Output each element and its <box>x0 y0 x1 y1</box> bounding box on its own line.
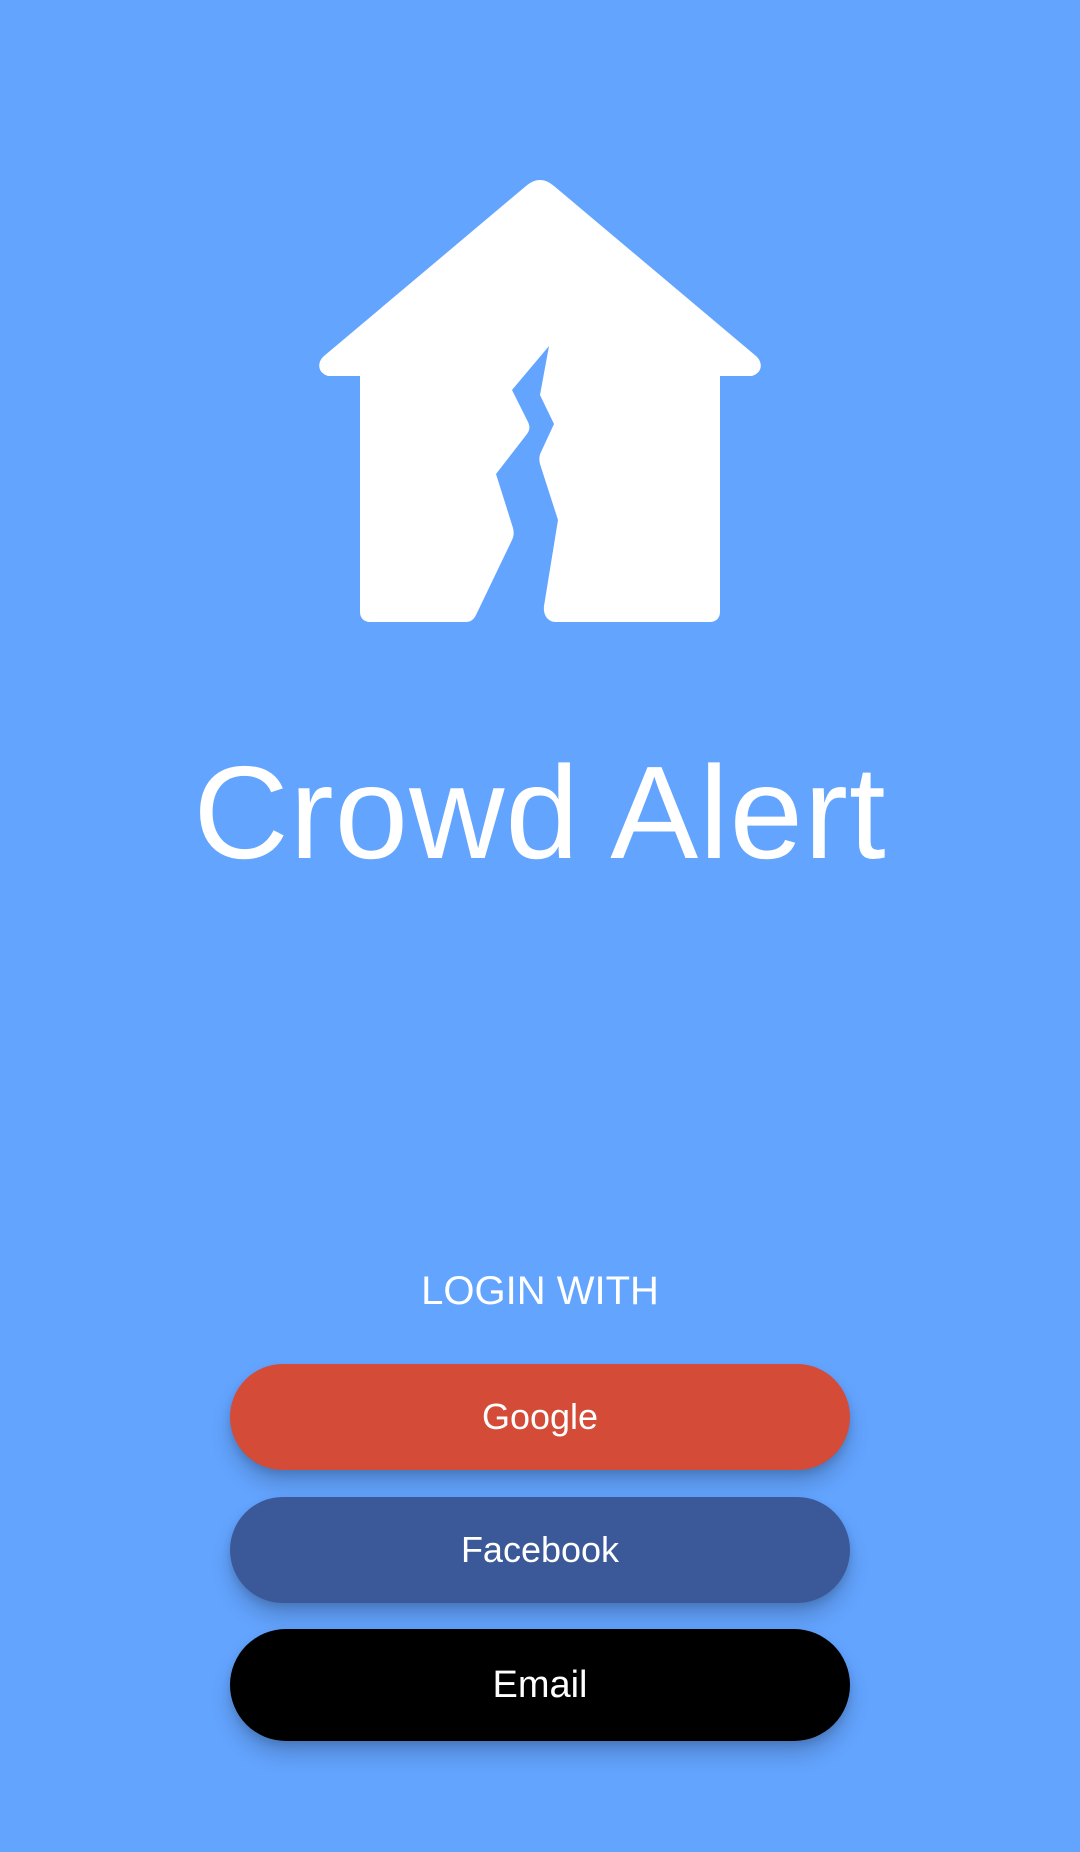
google-login-button[interactable]: Google <box>230 1364 850 1470</box>
facebook-login-button[interactable]: Facebook <box>230 1497 850 1603</box>
login-with-label: LOGIN WITH <box>421 1269 659 1313</box>
app-title: Crowd Alert <box>193 739 887 886</box>
email-login-button[interactable]: Email <box>230 1629 850 1741</box>
email-login-label: Email <box>492 1663 588 1706</box>
google-login-label: Google <box>481 1396 599 1437</box>
login-screen: Crowd Alert LOGIN WITH Google Facebook E… <box>0 0 1080 1852</box>
facebook-login-label: Facebook <box>460 1529 620 1570</box>
cracked-house-icon <box>318 180 762 624</box>
